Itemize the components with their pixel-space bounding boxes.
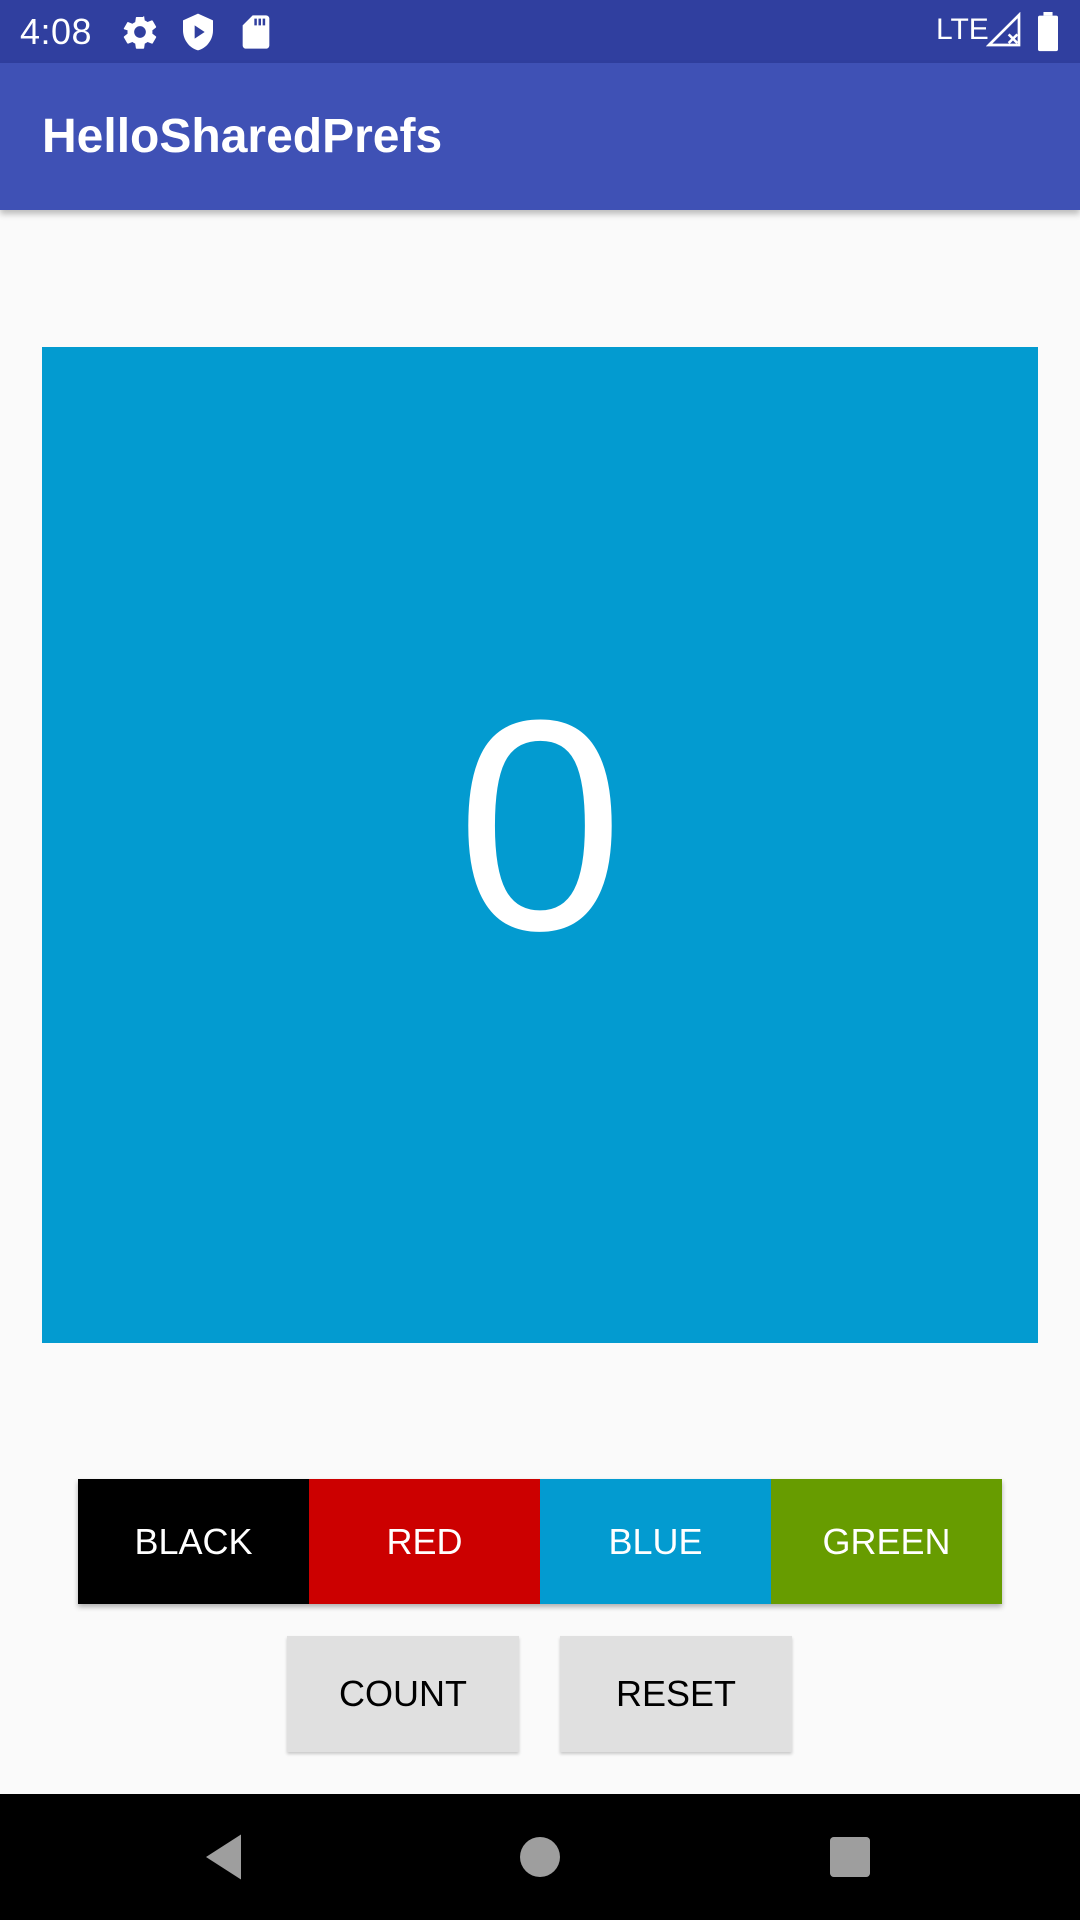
network-type-label: LTE xyxy=(936,13,989,46)
count-button[interactable]: COUNT xyxy=(287,1636,519,1752)
app-bar: HelloSharedPrefs xyxy=(0,63,1080,210)
count-display: 0 xyxy=(42,347,1038,1343)
count-value: 0 xyxy=(456,657,624,993)
navigation-bar xyxy=(0,1794,1080,1920)
app-title: HelloSharedPrefs xyxy=(42,110,443,163)
signal-no-service-icon xyxy=(985,11,1026,52)
black-button[interactable]: BLACK xyxy=(78,1479,309,1604)
recents-icon[interactable] xyxy=(820,1827,880,1887)
status-bar: 4:08 LTE xyxy=(0,0,1080,63)
sd-card-icon xyxy=(236,12,276,52)
color-button-row: BLACK RED BLUE GREEN xyxy=(78,1479,1002,1604)
battery-full-icon xyxy=(1036,12,1076,52)
settings-gear-icon xyxy=(120,12,160,52)
back-icon[interactable] xyxy=(196,1827,256,1887)
red-button[interactable]: RED xyxy=(309,1479,540,1604)
home-icon[interactable] xyxy=(510,1827,570,1887)
blue-button[interactable]: BLUE xyxy=(540,1479,771,1604)
reset-button[interactable]: RESET xyxy=(560,1636,792,1752)
green-button[interactable]: GREEN xyxy=(771,1479,1002,1604)
play-protect-shield-icon xyxy=(178,12,218,52)
status-time: 4:08 xyxy=(20,11,93,52)
